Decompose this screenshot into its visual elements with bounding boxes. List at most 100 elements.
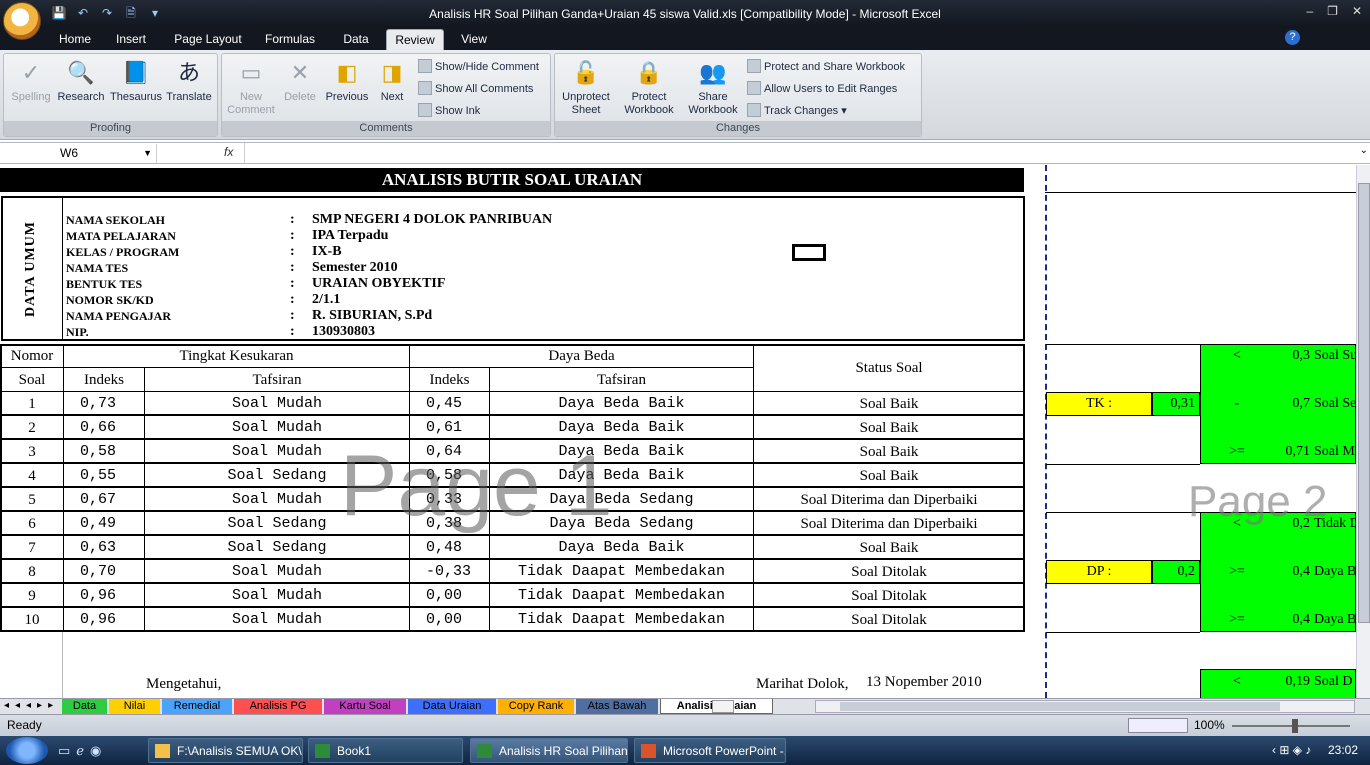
- name-box-dropdown-icon[interactable]: ▼: [143, 144, 152, 163]
- cell-db-tafsiran[interactable]: Daya Beda Baik: [489, 536, 753, 560]
- quick-launch-icons[interactable]: ▭ℯ◉: [58, 743, 107, 759]
- cell-db-indeks[interactable]: 0,00: [409, 584, 489, 608]
- shape-rectangle[interactable]: [792, 244, 826, 261]
- name-box[interactable]: W6 ▼: [2, 144, 157, 163]
- cell-db-tafsiran[interactable]: Tidak Daapat Membedakan: [489, 584, 753, 608]
- cell-nomor[interactable]: 8: [0, 560, 63, 584]
- protect-workbook-button[interactable]: 🔒 Protect Workbook: [617, 58, 681, 117]
- cell-tk-indeks[interactable]: 0,66: [63, 416, 144, 440]
- cell-tk-indeks[interactable]: 0,55: [63, 464, 144, 488]
- cell-db-tafsiran[interactable]: Tidak Daapat Membedakan: [489, 608, 753, 632]
- cell-nomor[interactable]: 3: [0, 440, 63, 464]
- research-button[interactable]: 🔍 Research: [56, 58, 106, 104]
- cell-tk-tafsiran[interactable]: Soal Mudah: [144, 608, 409, 632]
- horizontal-scrollbar[interactable]: [815, 700, 1355, 713]
- cell-status[interactable]: Soal Baik: [753, 416, 1024, 440]
- tab-page-layout[interactable]: Page Layout: [168, 29, 248, 50]
- cell-nomor[interactable]: 9: [0, 584, 63, 608]
- cell-tk-indeks[interactable]: 0,67: [63, 488, 144, 512]
- share-workbook-button[interactable]: 👥 Share Workbook: [683, 58, 743, 117]
- cell-tk-indeks[interactable]: 0,96: [63, 584, 144, 608]
- cell-tk-tafsiran[interactable]: Soal Sedang: [144, 536, 409, 560]
- cell-db-indeks[interactable]: 0,45: [409, 392, 489, 416]
- cell-status[interactable]: Soal Baik: [753, 536, 1024, 560]
- sheet-tab[interactable]: Copy Rank: [498, 699, 574, 714]
- cell-nomor[interactable]: 4: [0, 464, 63, 488]
- cell-tk-indeks[interactable]: 0,70: [63, 560, 144, 584]
- taskbar-item[interactable]: F:\Analisis SEMUA OK\...: [148, 738, 303, 763]
- view-buttons[interactable]: [1128, 718, 1188, 733]
- cell-status[interactable]: Soal Diterima dan Diperbaiki: [753, 488, 1024, 512]
- tab-data[interactable]: Data: [334, 29, 378, 50]
- sheet-tab[interactable]: Data Uraian: [408, 699, 496, 714]
- zoom-slider-thumb[interactable]: [1292, 719, 1298, 733]
- worksheet[interactable]: ANALISIS BUTIR SOAL URAIAN DATA UMUM NAM…: [0, 165, 1356, 698]
- tray-icons[interactable]: ‹ ⊞ ◈ ♪: [1272, 743, 1311, 757]
- translate-button[interactable]: あ Translate: [164, 58, 214, 104]
- vertical-scroll-thumb[interactable]: [1358, 183, 1370, 623]
- sheet-tab[interactable]: Kartu Soal: [324, 699, 406, 714]
- zoom-slider[interactable]: [1232, 725, 1350, 727]
- cell-db-indeks[interactable]: 0,00: [409, 608, 489, 632]
- cell-nomor[interactable]: 1: [0, 392, 63, 416]
- taskbar-item[interactable]: Analisis HR Soal Pilihan ...: [470, 738, 628, 763]
- minimize-button[interactable]: –: [1306, 4, 1313, 18]
- sheet-tab[interactable]: Analisis PG: [234, 699, 322, 714]
- show-hide-comment-button[interactable]: Show/Hide Comment: [418, 59, 539, 74]
- thesaurus-button[interactable]: 📘 Thesaurus: [108, 58, 164, 104]
- cell-tk-tafsiran[interactable]: Soal Mudah: [144, 392, 409, 416]
- cell-db-tafsiran[interactable]: Tidak Daapat Membedakan: [489, 560, 753, 584]
- vertical-scrollbar[interactable]: [1356, 165, 1370, 698]
- tab-review[interactable]: Review: [386, 29, 444, 50]
- unprotect-sheet-button[interactable]: 🔓 Unprotect Sheet: [557, 58, 615, 117]
- sheet-tab[interactable]: Data: [62, 699, 107, 714]
- cell-tk-tafsiran[interactable]: Soal Mudah: [144, 584, 409, 608]
- previous-comment-button[interactable]: ◧ Previous: [322, 58, 372, 104]
- cell-status[interactable]: Soal Ditolak: [753, 608, 1024, 632]
- cell-nomor[interactable]: 5: [0, 488, 63, 512]
- track-changes-button[interactable]: Track Changes ▾: [747, 103, 847, 118]
- tab-formulas[interactable]: Formulas: [258, 29, 322, 50]
- cell-db-indeks[interactable]: -0,33: [409, 560, 489, 584]
- insert-sheet-icon[interactable]: [712, 700, 734, 713]
- cell-tk-indeks[interactable]: 0,63: [63, 536, 144, 560]
- cell-nomor[interactable]: 6: [0, 512, 63, 536]
- delete-comment-button[interactable]: ✕ Delete: [278, 58, 322, 104]
- cell-tk-indeks[interactable]: 0,73: [63, 392, 144, 416]
- cell-status[interactable]: Soal Diterima dan Diperbaiki: [753, 512, 1024, 536]
- cell-status[interactable]: Soal Baik: [753, 464, 1024, 488]
- cell-db-indeks[interactable]: 0,48: [409, 536, 489, 560]
- zoom-level[interactable]: 100%: [1194, 718, 1225, 732]
- help-icon[interactable]: ?: [1285, 30, 1300, 45]
- tk-value[interactable]: 0,31: [1152, 392, 1200, 416]
- expand-formula-bar-icon[interactable]: ⌄: [1360, 145, 1368, 156]
- start-button[interactable]: [6, 737, 48, 764]
- show-ink-button[interactable]: Show Ink: [418, 103, 480, 118]
- fx-icon[interactable]: fx: [224, 145, 233, 159]
- cell-nomor[interactable]: 2: [0, 416, 63, 440]
- cell-tk-indeks[interactable]: 0,96: [63, 608, 144, 632]
- office-button[interactable]: [3, 2, 41, 40]
- taskbar-item[interactable]: Book1: [308, 738, 463, 763]
- sheet-tab[interactable]: Atas Bawah: [576, 699, 658, 714]
- tab-home[interactable]: Home: [52, 29, 98, 50]
- cell-tk-tafsiran[interactable]: Soal Mudah: [144, 560, 409, 584]
- cell-status[interactable]: Soal Ditolak: [753, 584, 1024, 608]
- cell-db-tafsiran[interactable]: Daya Beda Baik: [489, 392, 753, 416]
- taskbar-item[interactable]: Microsoft PowerPoint -...: [634, 738, 786, 763]
- sheet-tab[interactable]: Remedial: [162, 699, 232, 714]
- cell-nomor[interactable]: 10: [0, 608, 63, 632]
- new-comment-button[interactable]: ▭ New Comment: [226, 58, 276, 117]
- cell-status[interactable]: Soal Baik: [753, 440, 1024, 464]
- protect-share-button[interactable]: Protect and Share Workbook: [747, 59, 905, 74]
- sheet-tab[interactable]: Nilai: [109, 699, 160, 714]
- restore-button[interactable]: ❐: [1327, 4, 1338, 18]
- tab-insert[interactable]: Insert: [108, 29, 154, 50]
- formula-input[interactable]: [244, 143, 1354, 163]
- cell-nomor[interactable]: 7: [0, 536, 63, 560]
- spelling-button[interactable]: ✓ Spelling: [8, 58, 54, 104]
- horizontal-scroll-thumb[interactable]: [840, 702, 1280, 711]
- allow-users-button[interactable]: Allow Users to Edit Ranges: [747, 81, 897, 96]
- dp-value[interactable]: 0,2: [1152, 560, 1200, 584]
- next-comment-button[interactable]: ◨ Next: [372, 58, 412, 104]
